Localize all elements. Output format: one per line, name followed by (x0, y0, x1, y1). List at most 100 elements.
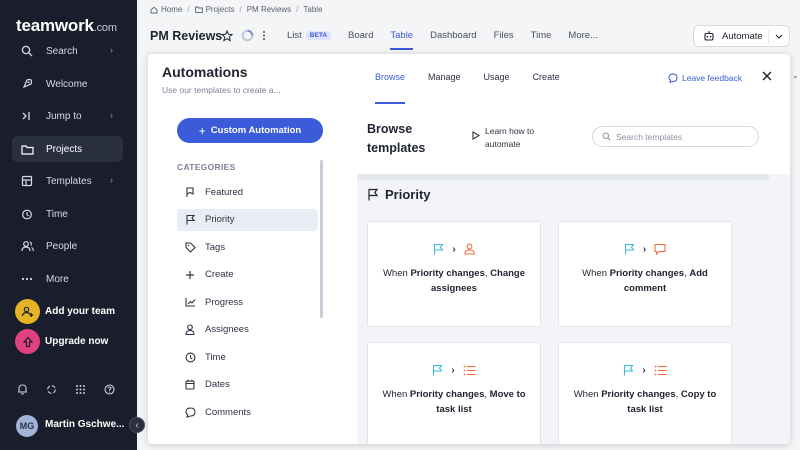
category-dates[interactable]: Dates (177, 374, 318, 396)
collapse-sidebar-button[interactable]: ‹ (129, 417, 145, 433)
kebab-menu-icon[interactable] (262, 30, 266, 41)
chevron-down-icon[interactable] (768, 30, 783, 43)
sidebar-item-welcome[interactable]: Welcome (12, 71, 123, 97)
sidebar-utility-icons (16, 383, 115, 395)
arrow-right-icon: › (642, 243, 647, 255)
modal-title: Automations (162, 64, 248, 80)
user-name[interactable]: Martin Gschwe... (45, 419, 124, 430)
arrow-right-icon: › (642, 364, 646, 376)
search-templates-input[interactable]: Search templates (592, 126, 759, 147)
more-dots-icon (20, 272, 34, 286)
chevron-down-icon[interactable]: ⌄ (792, 71, 799, 80)
sidebar-item-label: Jump to (46, 110, 82, 122)
tab-dashboard[interactable]: Dashboard (430, 30, 476, 41)
chevron-left-icon: ‹ (135, 419, 139, 431)
category-scrollbar[interactable] (320, 160, 323, 318)
tag-icon (184, 241, 196, 253)
apps-grid-icon[interactable] (74, 383, 86, 395)
sidebar-item-search[interactable]: Search › (12, 38, 123, 64)
close-icon[interactable] (761, 70, 773, 82)
sidebar-item-jump-to[interactable]: Jump to › (12, 103, 123, 129)
tab-board[interactable]: Board (348, 30, 373, 41)
person-icon (184, 324, 196, 336)
sidebar-item-projects[interactable]: Projects (12, 136, 123, 162)
title-actions (221, 29, 266, 42)
sidebar-item-label: Templates (46, 175, 92, 187)
breadcrumb-projects[interactable]: Projects (206, 5, 235, 14)
tab-usage[interactable]: Usage (484, 72, 510, 82)
calendar-icon (184, 379, 196, 391)
sidebar-item-label: Search (46, 45, 78, 57)
automations-modal: Automations Use our templates to create … (148, 54, 790, 444)
category-progress[interactable]: Progress (177, 291, 318, 313)
chevron-right-icon: › (110, 110, 113, 120)
progress-ring-icon[interactable] (241, 29, 254, 42)
category-comments[interactable]: Comments (177, 401, 318, 423)
plus-icon: + (198, 123, 206, 138)
sidebar: teamwork.com Search › Welcome Jump to › … (0, 0, 145, 450)
category-tags[interactable]: Tags (177, 236, 318, 258)
people-icon (20, 239, 34, 253)
tab-create[interactable]: Create (533, 72, 560, 82)
avatar[interactable]: MG (16, 415, 38, 437)
upgrade-link[interactable]: Upgrade now (45, 336, 108, 347)
category-time[interactable]: Time (177, 346, 318, 368)
tab-manage[interactable]: Manage (428, 72, 461, 82)
tab-table[interactable]: Table (390, 30, 413, 50)
template-card[interactable]: › When Priority changes, Copy to task li… (558, 342, 732, 444)
flag-outline-icon (184, 186, 196, 198)
category-assignees[interactable]: Assignees (177, 319, 318, 341)
teamwork-logo[interactable]: teamwork.com (16, 16, 117, 36)
bell-icon[interactable] (16, 383, 28, 395)
loading-icon[interactable] (45, 383, 57, 395)
add-team-link[interactable]: Add your team (45, 306, 115, 317)
category-priority[interactable]: Priority (177, 208, 318, 231)
star-icon[interactable] (221, 29, 233, 42)
list-icon (654, 365, 667, 376)
tab-browse[interactable]: Browse (375, 72, 406, 104)
modal-tabs: Browse Manage Usage Create (375, 72, 583, 104)
flag-icon (433, 243, 444, 255)
automate-button[interactable]: Automate (693, 25, 790, 47)
template-card[interactable]: › When Priority changes, Move to task li… (367, 342, 541, 444)
tab-list[interactable]: List BETA (287, 30, 332, 41)
custom-automation-button[interactable]: + Custom Automation (177, 118, 323, 143)
card-description: When Priority changes, Add comment (582, 268, 708, 294)
search-icon (602, 132, 611, 141)
help-icon[interactable] (103, 383, 115, 395)
template-card[interactable]: › When Priority changes, Change assignee… (367, 221, 541, 327)
beta-badge: BETA (305, 31, 332, 40)
flag-icon (184, 214, 196, 226)
upgrade-icon[interactable] (15, 329, 40, 354)
tab-time[interactable]: Time (531, 30, 552, 41)
search-icon (20, 44, 34, 58)
breadcrumb-separator: / (296, 5, 299, 14)
leave-feedback-link[interactable]: Leave feedback (668, 73, 742, 83)
card-icons: › (368, 364, 540, 376)
template-card[interactable]: › When Priority changes, Add comment (558, 221, 732, 327)
clock-icon (184, 351, 196, 363)
flag-icon (624, 243, 635, 255)
category-featured[interactable]: Featured (177, 181, 318, 203)
breadcrumb-home[interactable]: Home (161, 5, 182, 14)
sidebar-item-more[interactable]: More (12, 266, 123, 292)
home-icon (150, 6, 158, 14)
breadcrumb-separator: / (187, 5, 190, 14)
gallery-top-strip (357, 174, 769, 180)
comment-icon (184, 406, 196, 418)
tab-files[interactable]: Files (494, 30, 514, 41)
card-icons: › (368, 243, 540, 255)
sidebar-item-time[interactable]: Time (12, 201, 123, 227)
list-icon (463, 365, 476, 376)
comment-icon (654, 243, 666, 255)
breadcrumb-project[interactable]: PM Reviews (247, 5, 291, 14)
browse-pane: Browse templates Learn how to automate Sea… (357, 110, 790, 444)
learn-how-link[interactable]: Learn how to automate (472, 125, 534, 151)
category-create[interactable]: Create (177, 264, 318, 286)
tab-more[interactable]: More... (568, 30, 598, 41)
sidebar-item-people[interactable]: People (12, 233, 123, 259)
sidebar-item-templates[interactable]: Templates › (12, 168, 123, 194)
add-team-icon[interactable] (15, 299, 40, 324)
breadcrumb-current: Table (303, 5, 323, 14)
view-tabs: List BETA Board Table Dashboard Files Tim… (287, 30, 615, 50)
